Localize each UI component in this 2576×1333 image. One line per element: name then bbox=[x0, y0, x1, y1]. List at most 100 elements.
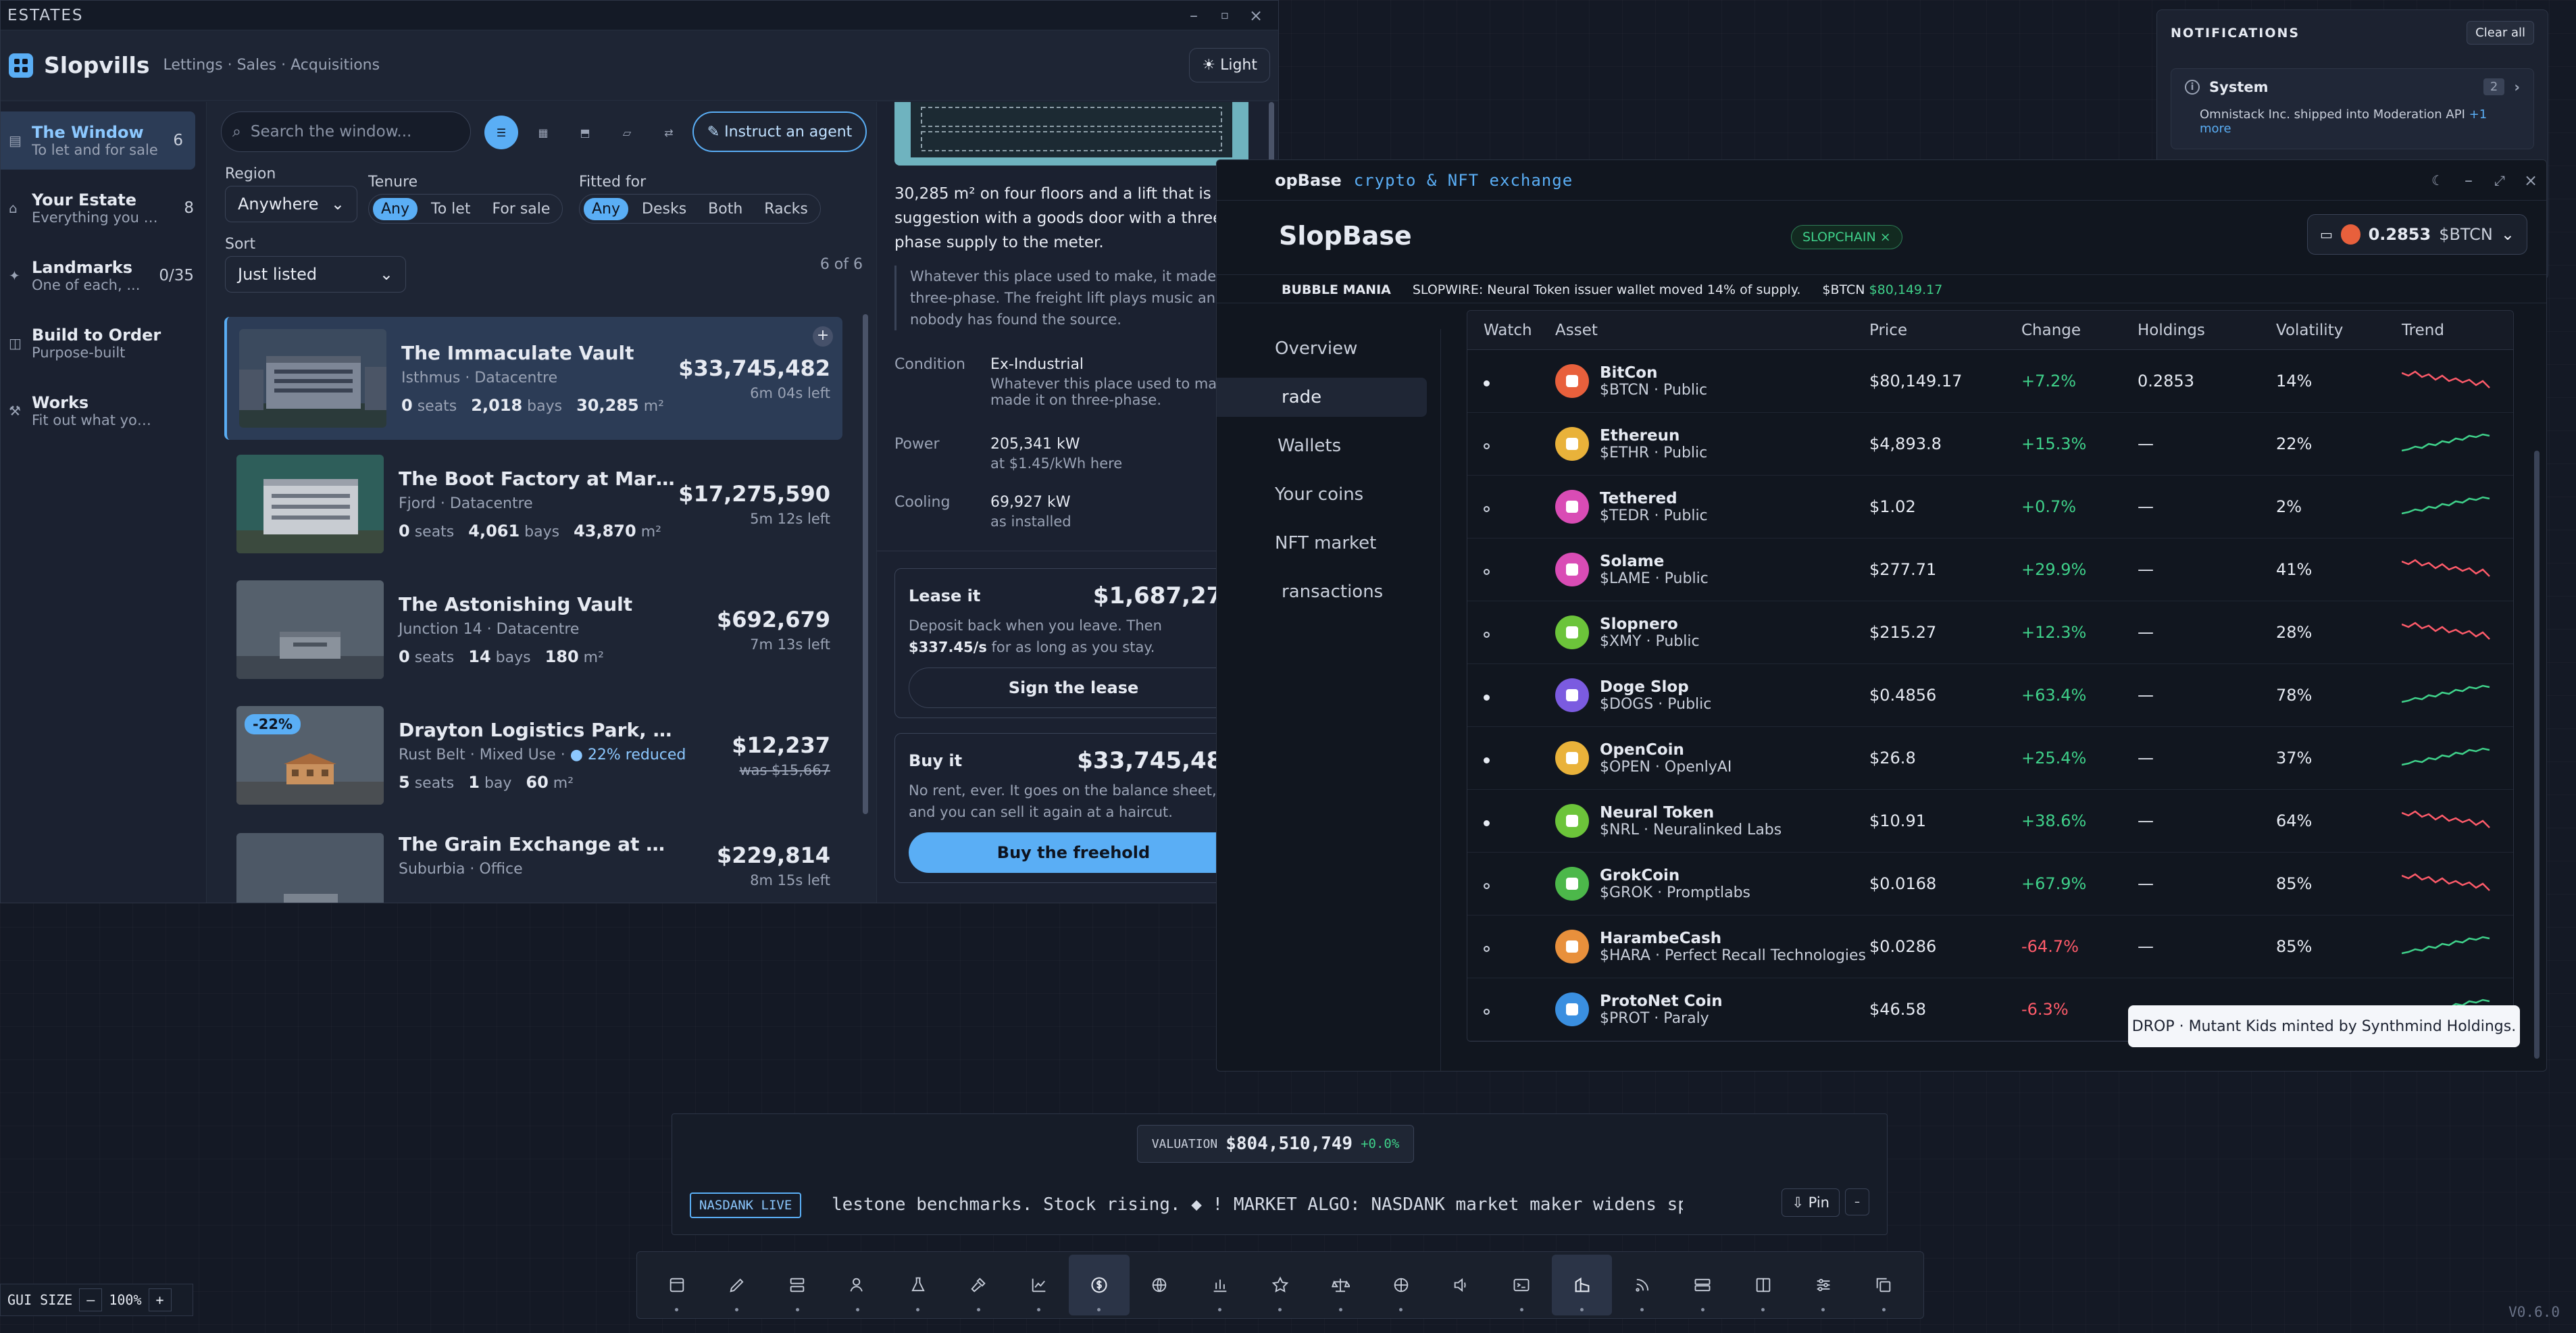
tenure-to-let[interactable]: To let bbox=[423, 198, 478, 220]
dock-files-icon[interactable] bbox=[647, 1255, 707, 1315]
table-row[interactable]: Slopnero $XMY · Public $215.27 +12.3% —28% bbox=[1467, 601, 2513, 664]
dock-book-icon[interactable] bbox=[1733, 1255, 1793, 1315]
chevron-right-icon[interactable]: › bbox=[2514, 79, 2520, 95]
watch-toggle[interactable] bbox=[1467, 434, 1555, 453]
col-trend[interactable]: Trend bbox=[2402, 322, 2513, 339]
listing-scrollbar[interactable] bbox=[863, 314, 868, 814]
split-view-icon[interactable]: ⬒ bbox=[568, 116, 602, 149]
dock-hammer-icon[interactable] bbox=[949, 1255, 1009, 1315]
fitted-racks[interactable]: Racks bbox=[756, 198, 816, 220]
dock-people-icon[interactable] bbox=[828, 1255, 888, 1315]
fitted-any[interactable]: Any bbox=[584, 197, 629, 220]
gui-size-decrease[interactable]: — bbox=[79, 1288, 103, 1311]
col-watch[interactable]: Watch bbox=[1467, 322, 1555, 339]
nav-your-coins[interactable]: Your coins bbox=[1217, 475, 1427, 514]
grid-view-icon[interactable]: ▦ bbox=[526, 116, 560, 149]
table-scrollbar[interactable] bbox=[2534, 451, 2540, 1059]
tenure-for-sale[interactable]: For sale bbox=[484, 198, 558, 220]
close-icon[interactable]: × bbox=[1240, 6, 1271, 25]
listing-card[interactable]: The Boot Factory at Marrowgate Fjord · D… bbox=[224, 443, 842, 565]
collapse-button[interactable]: – bbox=[1845, 1188, 1869, 1215]
dock-flask-icon[interactable] bbox=[888, 1255, 948, 1315]
sidebar-item-landmarks[interactable]: ✦ Landmarks One of each, ... 0/35 bbox=[1, 247, 206, 305]
sidebar-item-build[interactable]: ◫ Build to Order Purpose-built bbox=[1, 314, 206, 372]
table-row[interactable]: OpenCoin $OPEN · OpenlyAI $26.8 +25.4% —37% bbox=[1467, 727, 2513, 790]
toast-notification[interactable]: DROP · Mutant Kids minted by Synthmind H… bbox=[2128, 1005, 2520, 1047]
watch-toggle[interactable] bbox=[1467, 372, 1555, 391]
dock-storage-icon[interactable] bbox=[1673, 1255, 1733, 1315]
sign-lease-button[interactable]: Sign the lease bbox=[909, 668, 1238, 708]
col-asset[interactable]: Asset bbox=[1555, 322, 1869, 339]
watch-toggle[interactable] bbox=[1467, 623, 1555, 642]
dock-copy-icon[interactable] bbox=[1854, 1255, 1914, 1315]
pin-button[interactable]: ⇩ Pin bbox=[1782, 1188, 1840, 1217]
region-select[interactable]: Anywhere ⌄ bbox=[225, 186, 357, 222]
clear-all-button[interactable]: Clear all bbox=[2467, 21, 2534, 45]
chain-chip[interactable]: SLOPCHAIN × bbox=[1791, 225, 1902, 249]
dock-coin-icon[interactable] bbox=[1069, 1255, 1130, 1315]
watch-toggle[interactable] bbox=[1467, 560, 1555, 579]
close-icon[interactable]: × bbox=[2515, 171, 2546, 190]
col-holdings[interactable]: Holdings bbox=[2138, 322, 2276, 339]
nav-wallets[interactable]: Wallets bbox=[1217, 426, 1427, 466]
wallet-button[interactable]: ▭ 0.2853 $BTCN ⌄ bbox=[2307, 214, 2527, 255]
card-view-icon[interactable]: ▱ bbox=[610, 116, 644, 149]
nav-trade[interactable]: rade bbox=[1217, 378, 1427, 417]
dock-pen-icon[interactable] bbox=[707, 1255, 767, 1315]
compare-icon[interactable]: ⇄ bbox=[652, 116, 686, 149]
nav-transactions[interactable]: ransactions bbox=[1217, 572, 1427, 611]
dock-star-icon[interactable] bbox=[1250, 1255, 1310, 1315]
nav-overview[interactable]: Overview bbox=[1217, 329, 1427, 368]
buy-freehold-button[interactable]: Buy the freehold bbox=[909, 832, 1238, 873]
fitted-desks[interactable]: Desks bbox=[634, 198, 694, 220]
dock-server-icon[interactable] bbox=[767, 1255, 828, 1315]
watch-toggle[interactable] bbox=[1467, 937, 1555, 956]
sidebar-item-window[interactable]: ▤ The Window To let and for sale 6 bbox=[1, 111, 195, 170]
table-row[interactable]: Neural Token $NRL · Neuralinked Labs $10.9… bbox=[1467, 790, 2513, 853]
table-row[interactable]: BitCon $BTCN · Public $80,149.17 +7.2% 0.285… bbox=[1467, 350, 2513, 413]
watch-toggle[interactable] bbox=[1467, 497, 1555, 516]
dock-terminal-icon[interactable] bbox=[1492, 1255, 1552, 1315]
fitted-both[interactable]: Both bbox=[700, 198, 751, 220]
sidebar-item-estate[interactable]: ⌂ Your Estate Everything you h... 8 bbox=[1, 179, 206, 237]
expand-icon[interactable]: ⤢ bbox=[2484, 172, 2515, 188]
nav-nft-market[interactable]: NFT market bbox=[1217, 524, 1427, 563]
add-icon[interactable]: + bbox=[813, 326, 833, 347]
listing-card[interactable]: The Astonishing Vault Junction 14 · Data… bbox=[224, 568, 842, 691]
dock-globe-icon[interactable] bbox=[1130, 1255, 1190, 1315]
col-price[interactable]: Price bbox=[1869, 322, 2021, 339]
instruct-agent-button[interactable]: ✎ Instruct an agent bbox=[692, 111, 867, 152]
table-row[interactable]: Tethered $TEDR · Public $1.02 +0.7% —2% bbox=[1467, 476, 2513, 538]
listing-card[interactable]: The Immaculate Vault Isthmus · Datacentr… bbox=[224, 317, 842, 440]
dock-bar-chart-icon[interactable] bbox=[1190, 1255, 1250, 1315]
dock-speaker-icon[interactable] bbox=[1431, 1255, 1491, 1315]
watch-toggle[interactable] bbox=[1467, 749, 1555, 768]
dock-rss-icon[interactable] bbox=[1612, 1255, 1672, 1315]
notification-item[interactable]: i System 2 › Omnistack Inc. shipped into… bbox=[2171, 68, 2534, 149]
table-row[interactable]: Solame $LAME · Public $277.71 +29.9% —41% bbox=[1467, 538, 2513, 601]
watch-toggle[interactable] bbox=[1467, 874, 1555, 893]
table-row[interactable]: Doge Slop $DOGS · Public $0.4856 +63.4% —78% bbox=[1467, 664, 2513, 727]
col-volatility[interactable]: Volatility bbox=[2276, 322, 2402, 339]
theme-toggle-button[interactable]: ☀ Light bbox=[1189, 48, 1270, 82]
moon-icon[interactable]: ☾ bbox=[2422, 172, 2453, 188]
dock-chart-icon[interactable] bbox=[1009, 1255, 1069, 1315]
dock-scales-icon[interactable] bbox=[1311, 1255, 1371, 1315]
minimize-icon[interactable]: – bbox=[2453, 171, 2484, 190]
maximize-icon[interactable]: ▫ bbox=[1209, 8, 1240, 22]
watch-toggle[interactable] bbox=[1467, 1000, 1555, 1019]
gui-size-increase[interactable]: + bbox=[148, 1288, 172, 1311]
sidebar-item-works[interactable]: ⚒ Works Fit out what you o... bbox=[1, 382, 206, 440]
sort-select[interactable]: Just listed ⌄ bbox=[225, 256, 406, 293]
tenure-any[interactable]: Any bbox=[373, 197, 418, 220]
table-row[interactable]: HarambeCash $HARA · Perfect Recall Techno… bbox=[1467, 915, 2513, 978]
table-row[interactable]: GrokCoin $GROK · Promptlabs $0.0168 +67.9% —… bbox=[1467, 853, 2513, 915]
dock-network-icon[interactable] bbox=[1371, 1255, 1431, 1315]
minimize-icon[interactable]: – bbox=[1178, 6, 1209, 25]
listing-card[interactable]: The Grain Exchange at Grimsett Suburbia … bbox=[224, 820, 842, 903]
search-input[interactable]: ⌕ Search the window... bbox=[221, 111, 471, 152]
list-view-icon[interactable]: ☰ bbox=[484, 116, 518, 149]
col-change[interactable]: Change bbox=[2021, 322, 2138, 339]
listing-card[interactable]: -22% Drayton Logistics Park, Sub-Basemen… bbox=[224, 694, 842, 817]
dock-sliders-icon[interactable] bbox=[1793, 1255, 1853, 1315]
